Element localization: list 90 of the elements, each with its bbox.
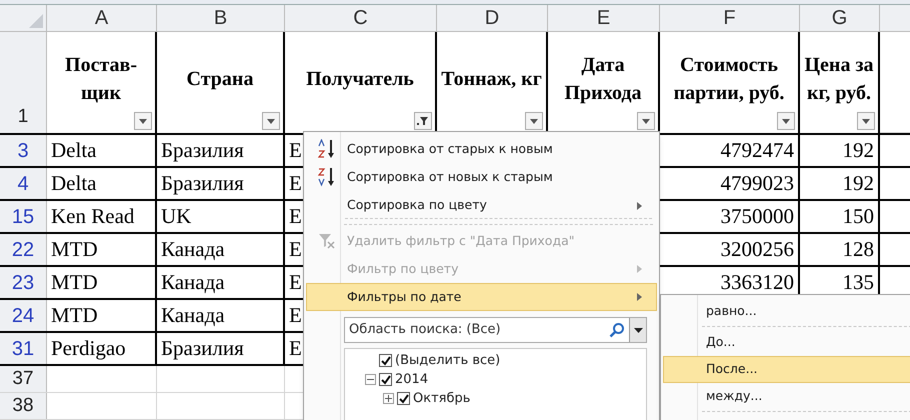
table-cell-text: Delta bbox=[51, 170, 96, 197]
menu-item[interactable]: Сортировка от новых к старым bbox=[306, 163, 657, 191]
caret-icon bbox=[530, 118, 538, 124]
submenu-arrow-icon bbox=[637, 293, 642, 301]
filter-dropdown-button[interactable] bbox=[777, 112, 795, 130]
column-heading: Постав-щик bbox=[64, 52, 138, 106]
column-heading: Дата Прихода bbox=[564, 52, 642, 106]
menu-item[interactable]: После... bbox=[663, 356, 910, 383]
search-box[interactable]: Область поиска: (Все) bbox=[344, 317, 647, 343]
column-letter[interactable]: E bbox=[596, 3, 610, 33]
filter-dropdown-button[interactable] bbox=[262, 112, 280, 130]
column-letter[interactable]: C bbox=[353, 3, 368, 33]
table-cell-text: 3750000 bbox=[720, 202, 794, 230]
menu-item[interactable]: между... bbox=[663, 383, 910, 414]
checkbox[interactable] bbox=[379, 373, 392, 386]
search-icon bbox=[609, 322, 625, 338]
filter-dropdown-button[interactable] bbox=[637, 112, 655, 130]
table-cell-text: Perdigao bbox=[51, 334, 126, 362]
filter-dropdown-button[interactable] bbox=[134, 112, 152, 130]
table-cell-text: E bbox=[289, 268, 302, 296]
row-number[interactable]: 1 bbox=[18, 102, 28, 131]
submenu-arrow-icon bbox=[637, 202, 642, 210]
sort-ascending-icon bbox=[318, 139, 336, 159]
submenu-arrow-icon bbox=[637, 265, 642, 273]
tree-item-label[interactable]: (Выделить все) bbox=[395, 350, 500, 370]
menu-item[interactable]: Фильтры по дате bbox=[306, 283, 657, 311]
table-cell-text: 4792474 bbox=[720, 136, 794, 164]
table-cell-text: E bbox=[289, 334, 302, 362]
table-cell-text: E bbox=[289, 136, 302, 164]
table-cell-text: E bbox=[289, 202, 302, 230]
filter-dropdown-button[interactable] bbox=[525, 112, 543, 130]
collapse-toggle[interactable] bbox=[365, 374, 376, 385]
table-cell-text: 3200256 bbox=[720, 236, 794, 263]
table-cell-text: 192 bbox=[842, 170, 874, 197]
table-cell-text: E bbox=[289, 170, 302, 197]
column-heading: Цена за кг, руб. bbox=[804, 52, 874, 106]
filter-icon bbox=[417, 116, 429, 126]
table-cell-text: 3363120 bbox=[720, 268, 794, 296]
table-cell-text: E bbox=[289, 302, 302, 329]
table-cell-text: Канада bbox=[161, 236, 225, 263]
table-cell-text: 4799023 bbox=[720, 170, 794, 197]
expand-toggle[interactable] bbox=[383, 393, 394, 404]
checkbox[interactable] bbox=[379, 354, 392, 367]
caret-icon bbox=[139, 118, 147, 124]
sort-descending-icon bbox=[318, 167, 336, 187]
select-all-corner-icon bbox=[29, 14, 43, 28]
table-cell-text: Ken Read bbox=[51, 202, 134, 230]
menu-item[interactable]: До... bbox=[663, 329, 910, 356]
caret-icon bbox=[862, 118, 870, 124]
checkbox[interactable] bbox=[397, 392, 410, 405]
table-cell-text: Бразилия bbox=[161, 334, 244, 362]
table-cell-text: Бразилия bbox=[161, 170, 244, 197]
tree-item-label[interactable]: Октябрь bbox=[413, 388, 470, 408]
table-cell-text: UK bbox=[161, 202, 192, 230]
table-cell-text: Канада bbox=[161, 268, 225, 296]
column-letter[interactable]: D bbox=[484, 3, 500, 33]
column-letter[interactable]: B bbox=[214, 3, 228, 33]
column-letter[interactable]: G bbox=[832, 3, 848, 33]
table-cell-text: E bbox=[289, 236, 302, 263]
caret-icon bbox=[267, 118, 275, 124]
minus-icon bbox=[367, 376, 374, 383]
table-cell-text: Delta bbox=[51, 136, 96, 164]
plus-icon bbox=[385, 395, 392, 402]
tree-item-label[interactable]: 2014 bbox=[395, 370, 428, 390]
table-cell-text: MTD bbox=[51, 268, 98, 296]
column-heading: Тоннаж, кг bbox=[441, 66, 542, 92]
search-input[interactable]: Область поиска: (Все) bbox=[349, 320, 609, 340]
table-cell-text: MTD bbox=[51, 236, 98, 263]
table-cell-text: MTD bbox=[51, 302, 98, 329]
column-heading: Страна bbox=[186, 66, 254, 92]
column-letter[interactable]: F bbox=[723, 3, 736, 33]
menu-item[interactable]: равно... bbox=[663, 298, 910, 329]
menu-item[interactable]: Сортировка по цвету bbox=[306, 191, 657, 222]
filter-active-button[interactable] bbox=[414, 112, 432, 130]
table-cell-text: Канада bbox=[161, 302, 225, 329]
table-cell-text: Бразилия bbox=[161, 136, 244, 164]
menu-item[interactable]: Сортировка от старых к новым bbox=[306, 135, 657, 163]
table-cell-text: 192 bbox=[842, 136, 874, 164]
dropdown-button[interactable] bbox=[629, 318, 646, 342]
table-cell-text: 128 bbox=[842, 236, 874, 263]
column-heading: Стоимость партии, руб. bbox=[672, 52, 786, 106]
filter-dropdown-button[interactable] bbox=[857, 112, 875, 130]
table-cell-text: 135 bbox=[842, 268, 874, 296]
column-heading: Получатель bbox=[306, 66, 414, 92]
caret-icon bbox=[634, 328, 642, 332]
caret-icon bbox=[642, 118, 650, 124]
column-letter[interactable]: A bbox=[94, 3, 108, 33]
table-cell-text: 150 bbox=[842, 202, 874, 230]
caret-icon bbox=[782, 118, 790, 124]
clear-filter-icon bbox=[318, 233, 336, 249]
